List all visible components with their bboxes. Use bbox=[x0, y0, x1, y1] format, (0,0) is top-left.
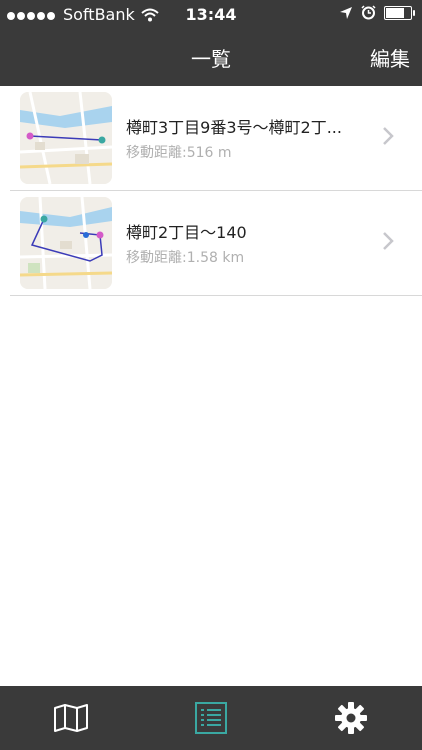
tab-map[interactable] bbox=[51, 700, 91, 736]
list-icon bbox=[195, 702, 227, 734]
edit-button[interactable]: 編集 bbox=[370, 43, 410, 72]
gear-icon bbox=[335, 702, 367, 734]
tab-settings[interactable] bbox=[331, 700, 371, 736]
chevron-right-icon bbox=[383, 232, 394, 250]
map-icon bbox=[54, 704, 88, 732]
route-distance: 移動距離:516 m bbox=[126, 145, 232, 161]
page-title: 一覧 bbox=[191, 47, 231, 71]
tab-bar bbox=[0, 686, 422, 750]
route-list: 樽町3丁目9番3号〜樽町2丁... 移動距離:516 m 樽町2丁目〜140 移… bbox=[10, 86, 422, 296]
route-title: 樽町2丁目〜140 bbox=[126, 223, 247, 242]
chevron-right-icon bbox=[383, 127, 394, 145]
route-map-thumbnail bbox=[20, 197, 112, 289]
alarm-icon bbox=[361, 5, 376, 20]
battery-level bbox=[386, 7, 404, 18]
route-map-thumbnail bbox=[20, 92, 112, 184]
status-bar: SoftBank 13:44 bbox=[0, 0, 422, 30]
route-title: 樽町3丁目9番3号〜樽町2丁... bbox=[126, 118, 342, 137]
location-arrow-icon bbox=[340, 6, 352, 19]
tab-list[interactable] bbox=[191, 700, 231, 736]
route-distance: 移動距離:1.58 km bbox=[126, 250, 245, 266]
top-bar: SoftBank 13:44 一覧 編集 bbox=[0, 0, 422, 86]
route-row[interactable]: 樽町2丁目〜140 移動距離:1.58 km bbox=[10, 191, 422, 296]
route-row[interactable]: 樽町3丁目9番3号〜樽町2丁... 移動距離:516 m bbox=[10, 86, 422, 191]
battery-icon bbox=[384, 5, 415, 20]
